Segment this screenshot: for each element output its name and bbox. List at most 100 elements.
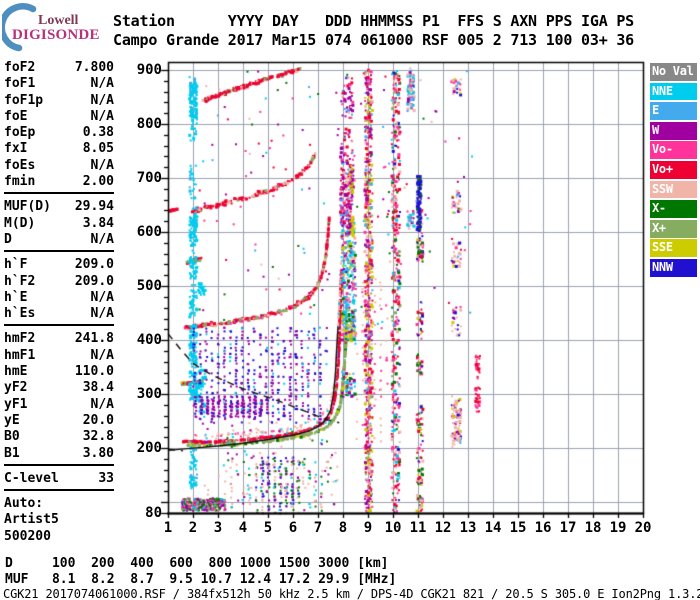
param-row: Auto: (4, 496, 114, 512)
param-label: fmin (4, 174, 36, 190)
param-divider (4, 489, 114, 493)
param-row: fxI 8.05 (4, 141, 114, 157)
param-value: N/A (90, 76, 114, 92)
legend-item: W (650, 121, 697, 140)
param-value: 0.38 (82, 125, 114, 141)
param-value: N/A (90, 157, 114, 173)
param-row: h`F 209.0 (4, 257, 114, 273)
param-label: hmF1 (4, 347, 36, 363)
param-divider (4, 250, 114, 254)
lowell-digisonde-logo: Lowell DIGISONDE (0, 2, 112, 52)
param-row: M(D) 3.84 (4, 216, 114, 232)
param-label: 500200 (4, 528, 51, 544)
param-value: 110.0 (74, 364, 114, 380)
legend-item: X- (650, 200, 697, 218)
direction-legend: No Val NNE E W Vo- Vo+ SSW X- X+ SSE NNW (650, 63, 697, 279)
param-row: D N/A (4, 232, 114, 248)
param-label: Artist5 (4, 512, 59, 528)
muf-row: MUF 8.1 8.2 8.7 9.5 10.7 12.4 17.2 29.9 … (5, 572, 397, 587)
x-tick-label: 18 (584, 520, 602, 536)
param-row: foEp 0.38 (4, 125, 114, 141)
param-row: foE N/A (4, 109, 114, 125)
param-row: yF1 N/A (4, 397, 114, 413)
param-value: 7.800 (74, 60, 114, 75)
param-label: foEs (4, 157, 36, 173)
legend-item: NNE (650, 82, 697, 101)
x-tick-label: 1 (163, 520, 173, 536)
legend-item: SSW (650, 180, 697, 199)
param-label: foE (4, 108, 28, 124)
param-label: foEp (4, 125, 36, 141)
x-tick-label: 10 (384, 520, 402, 536)
param-value: 20.0 (82, 412, 114, 428)
param-label: foF2 (4, 60, 36, 75)
distance-row: D 100 200 400 600 800 1000 1500 3000 [km… (5, 556, 389, 571)
param-row: 500200 (4, 529, 114, 545)
param-value: N/A (90, 92, 114, 108)
param-value: 209.0 (74, 257, 114, 273)
param-value: N/A (90, 347, 114, 363)
param-row: h`F2 209.0 (4, 274, 114, 290)
param-label: yE (4, 412, 20, 428)
param-row: MUF(D) 29.94 (4, 199, 114, 215)
param-row: yF2 38.4 (4, 380, 114, 396)
param-label: yF2 (4, 380, 28, 396)
legend-item: X+ (650, 219, 697, 238)
x-tick-label: 17 (559, 520, 577, 536)
param-row: foF1 N/A (4, 76, 114, 92)
param-value: 209.0 (74, 273, 114, 289)
param-value: N/A (90, 306, 114, 322)
y-tick-label: 600 (136, 224, 162, 241)
param-label: Auto: (4, 496, 44, 512)
param-value: N/A (90, 108, 114, 124)
param-value: 241.8 (74, 331, 114, 347)
param-row: Artist5 (4, 512, 114, 528)
x-tick-label: 2 (188, 520, 198, 536)
param-row: hmF2 241.8 (4, 331, 114, 347)
legend-item: E (650, 102, 697, 120)
x-tick-label: 6 (288, 520, 298, 536)
x-tick-label: 3 (213, 520, 223, 536)
legend-item: SSE (650, 239, 697, 258)
param-label: B1 (4, 445, 20, 461)
y-tick-label: 800 (136, 116, 162, 133)
x-tick-label: 8 (338, 520, 348, 536)
param-label: foF1 (4, 76, 36, 92)
param-row: fmin 2.00 (4, 174, 114, 190)
param-label: MUF(D) (4, 199, 51, 215)
legend-item: NNW (650, 258, 697, 277)
param-value: 29.94 (74, 199, 114, 215)
y-tick-label: 80 (145, 505, 162, 521)
parameter-panel: foF2 7.800 foF1 N/A foF1p N/A foE N/A foEp 0.38 fx… (4, 60, 114, 545)
x-tick-label: 5 (263, 520, 273, 536)
param-row: h`E N/A (4, 290, 114, 306)
param-divider (4, 324, 114, 328)
x-tick-label: 12 (434, 520, 452, 536)
param-value: N/A (90, 289, 114, 305)
legend-item: Vo- (650, 141, 697, 160)
param-value: 3.84 (82, 215, 114, 231)
x-tick-label: 9 (363, 520, 373, 536)
param-value: 3.80 (82, 445, 114, 461)
x-tick-label: 4 (238, 520, 248, 536)
param-row: hmE 110.0 (4, 364, 114, 380)
logo-digisonde-text: DIGISONDE (12, 27, 100, 43)
param-label: h`F (4, 257, 28, 273)
param-label: foF1p (4, 92, 44, 108)
ionogram-page: Lowell DIGISONDE Station YYYY DAY DDD HH… (0, 0, 700, 600)
param-label: D (4, 231, 12, 247)
param-value: 2.00 (82, 174, 114, 190)
y-tick-label: 400 (136, 332, 162, 349)
param-row: B0 32.8 (4, 429, 114, 445)
param-row: hmF1 N/A (4, 348, 114, 364)
param-label: fxI (4, 141, 28, 157)
param-value: N/A (90, 396, 114, 412)
x-tick-label: 15 (509, 520, 527, 536)
y-tick-label: 700 (136, 170, 162, 187)
param-row: B1 3.80 (4, 446, 114, 462)
param-divider (4, 192, 114, 196)
param-label: h`Es (4, 306, 36, 322)
header-line-1: Station YYYY DAY DDD HHMMSS P1 FFS S AXN… (113, 12, 635, 30)
param-label: B0 (4, 429, 20, 445)
x-tick-label: 20 (634, 520, 652, 536)
